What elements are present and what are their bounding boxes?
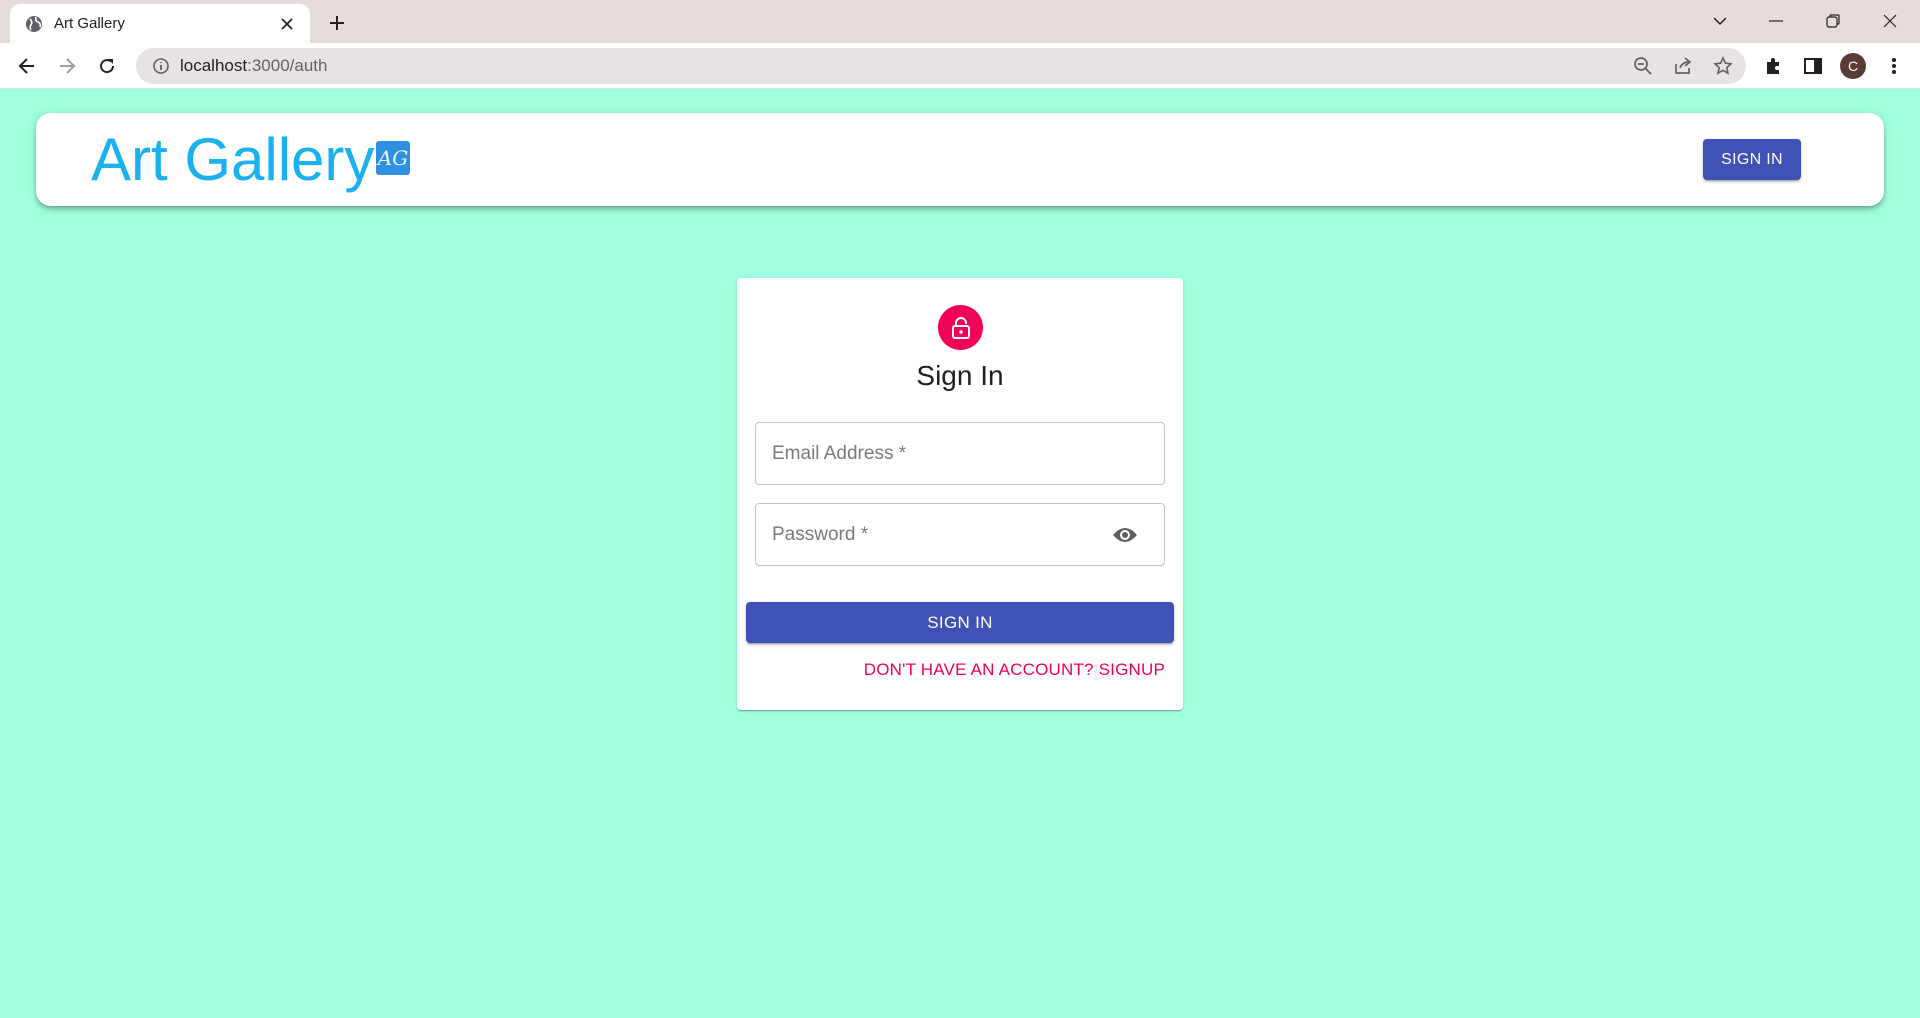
tab-title: Art Gallery (54, 15, 125, 32)
plus-icon[interactable] (324, 10, 350, 36)
browser-toolbar: localhost:3000/auth C (0, 43, 1920, 89)
back-icon[interactable] (12, 51, 42, 81)
brand-logo: AG (376, 141, 410, 175)
lock-icon (938, 305, 983, 350)
signup-switch-link[interactable]: DON'T HAVE AN ACCOUNT? SIGNUP (864, 660, 1165, 680)
page-content: Art Gallery AG SIGN IN Sign In Email Add… (0, 89, 1920, 1018)
profile-avatar[interactable]: C (1840, 53, 1866, 79)
address-bar[interactable]: localhost:3000/auth (136, 48, 1746, 84)
email-field-label: Email Address * (772, 442, 907, 464)
close-icon[interactable] (276, 13, 298, 35)
password-field-label: Password * (772, 523, 869, 545)
url-text: localhost:3000/auth (180, 56, 327, 76)
password-field[interactable]: Password * (755, 503, 1165, 566)
sign-in-submit-button[interactable]: SIGN IN (746, 602, 1174, 643)
info-icon[interactable] (150, 55, 172, 77)
app-bar: Art Gallery AG SIGN IN (36, 113, 1884, 206)
eye-icon[interactable] (1112, 524, 1138, 546)
sign-in-card: Sign In Email Address * Password * SIGN … (737, 278, 1183, 710)
url-path: :3000/auth (247, 56, 328, 75)
chevron-down-icon[interactable] (1700, 6, 1740, 36)
restore-icon[interactable] (1813, 6, 1853, 36)
header-sign-in-button[interactable]: SIGN IN (1703, 139, 1801, 180)
brand-title[interactable]: Art Gallery (91, 125, 374, 195)
url-host: localhost (180, 56, 248, 75)
reload-icon[interactable] (92, 51, 122, 81)
window-close-icon[interactable] (1870, 6, 1910, 36)
globe-icon (24, 14, 44, 34)
star-icon[interactable] (1708, 51, 1738, 81)
minimize-icon[interactable] (1756, 6, 1796, 36)
email-field[interactable]: Email Address * (755, 422, 1165, 485)
brand-logo-text: AG (376, 146, 408, 170)
extensions-icon[interactable] (1758, 51, 1788, 81)
forward-icon[interactable] (52, 51, 82, 81)
browser-tab-bar: Art Gallery (0, 0, 1920, 43)
zoom-out-icon[interactable] (1628, 51, 1658, 81)
side-panel-icon[interactable] (1798, 51, 1828, 81)
menu-icon[interactable] (1879, 51, 1909, 81)
share-icon[interactable] (1668, 51, 1698, 81)
sign-in-title: Sign In (916, 360, 1004, 391)
browser-tab[interactable]: Art Gallery (10, 4, 310, 43)
